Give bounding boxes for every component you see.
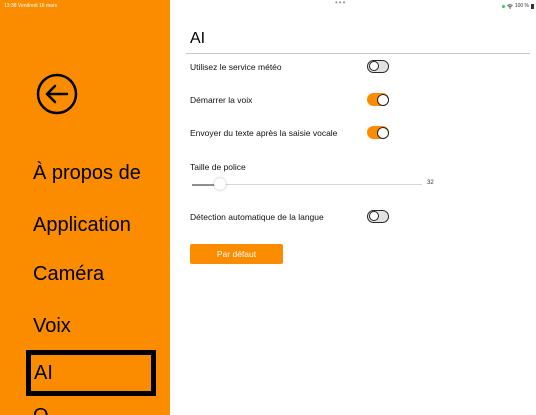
default-button[interactable]: Par défaut [190, 244, 283, 264]
font-size-slider-track[interactable] [192, 184, 422, 185]
wifi-icon [507, 3, 513, 9]
page-title: AI [190, 30, 206, 47]
toggle-knob [376, 126, 389, 139]
toggle-knob [368, 61, 379, 71]
status-time: 13:38 Vendredi 16 mars [4, 3, 58, 9]
status-indicators: 100 % [501, 3, 534, 9]
sidebar-item-about[interactable]: À propos de [33, 162, 141, 185]
sidebar-item-voice[interactable]: Voix [33, 315, 71, 338]
font-size-slider-thumb[interactable] [214, 178, 226, 190]
back-arrow-icon [36, 73, 78, 115]
sidebar-item-partial[interactable]: O [33, 405, 49, 415]
send-text-after-voice-toggle[interactable] [367, 126, 389, 139]
title-divider [186, 53, 530, 54]
auto-language-detection-toggle[interactable] [367, 210, 389, 223]
sidebar: 13:38 Vendredi 16 mars À propos de Appli… [0, 0, 170, 415]
sidebar-item-camera[interactable]: Caméra [33, 263, 104, 286]
weather-service-toggle[interactable] [367, 60, 389, 73]
back-button[interactable] [36, 73, 78, 115]
battery-icon [531, 3, 534, 9]
multitasking-dots[interactable]: ••• [335, 0, 346, 7]
sidebar-item-ai[interactable]: AI [26, 350, 156, 396]
toggle-knob [368, 211, 379, 221]
toggle-knob [376, 93, 389, 106]
weather-service-label: Utilisez le service météo [190, 62, 282, 72]
start-voice-label: Démarrer la voix [190, 95, 253, 105]
font-size-value: 32 [427, 180, 434, 186]
send-text-after-voice-label: Envoyer du texte après la saisie vocale [190, 128, 338, 138]
auto-language-detection-label: Détection automatique de la langue [190, 212, 324, 222]
battery-percent: 100 % [514, 3, 529, 9]
font-size-label: Taille de police [190, 162, 246, 172]
sidebar-item-application[interactable]: Application [33, 214, 131, 237]
start-voice-toggle[interactable] [367, 93, 389, 106]
camera-indicator-icon [501, 4, 505, 8]
